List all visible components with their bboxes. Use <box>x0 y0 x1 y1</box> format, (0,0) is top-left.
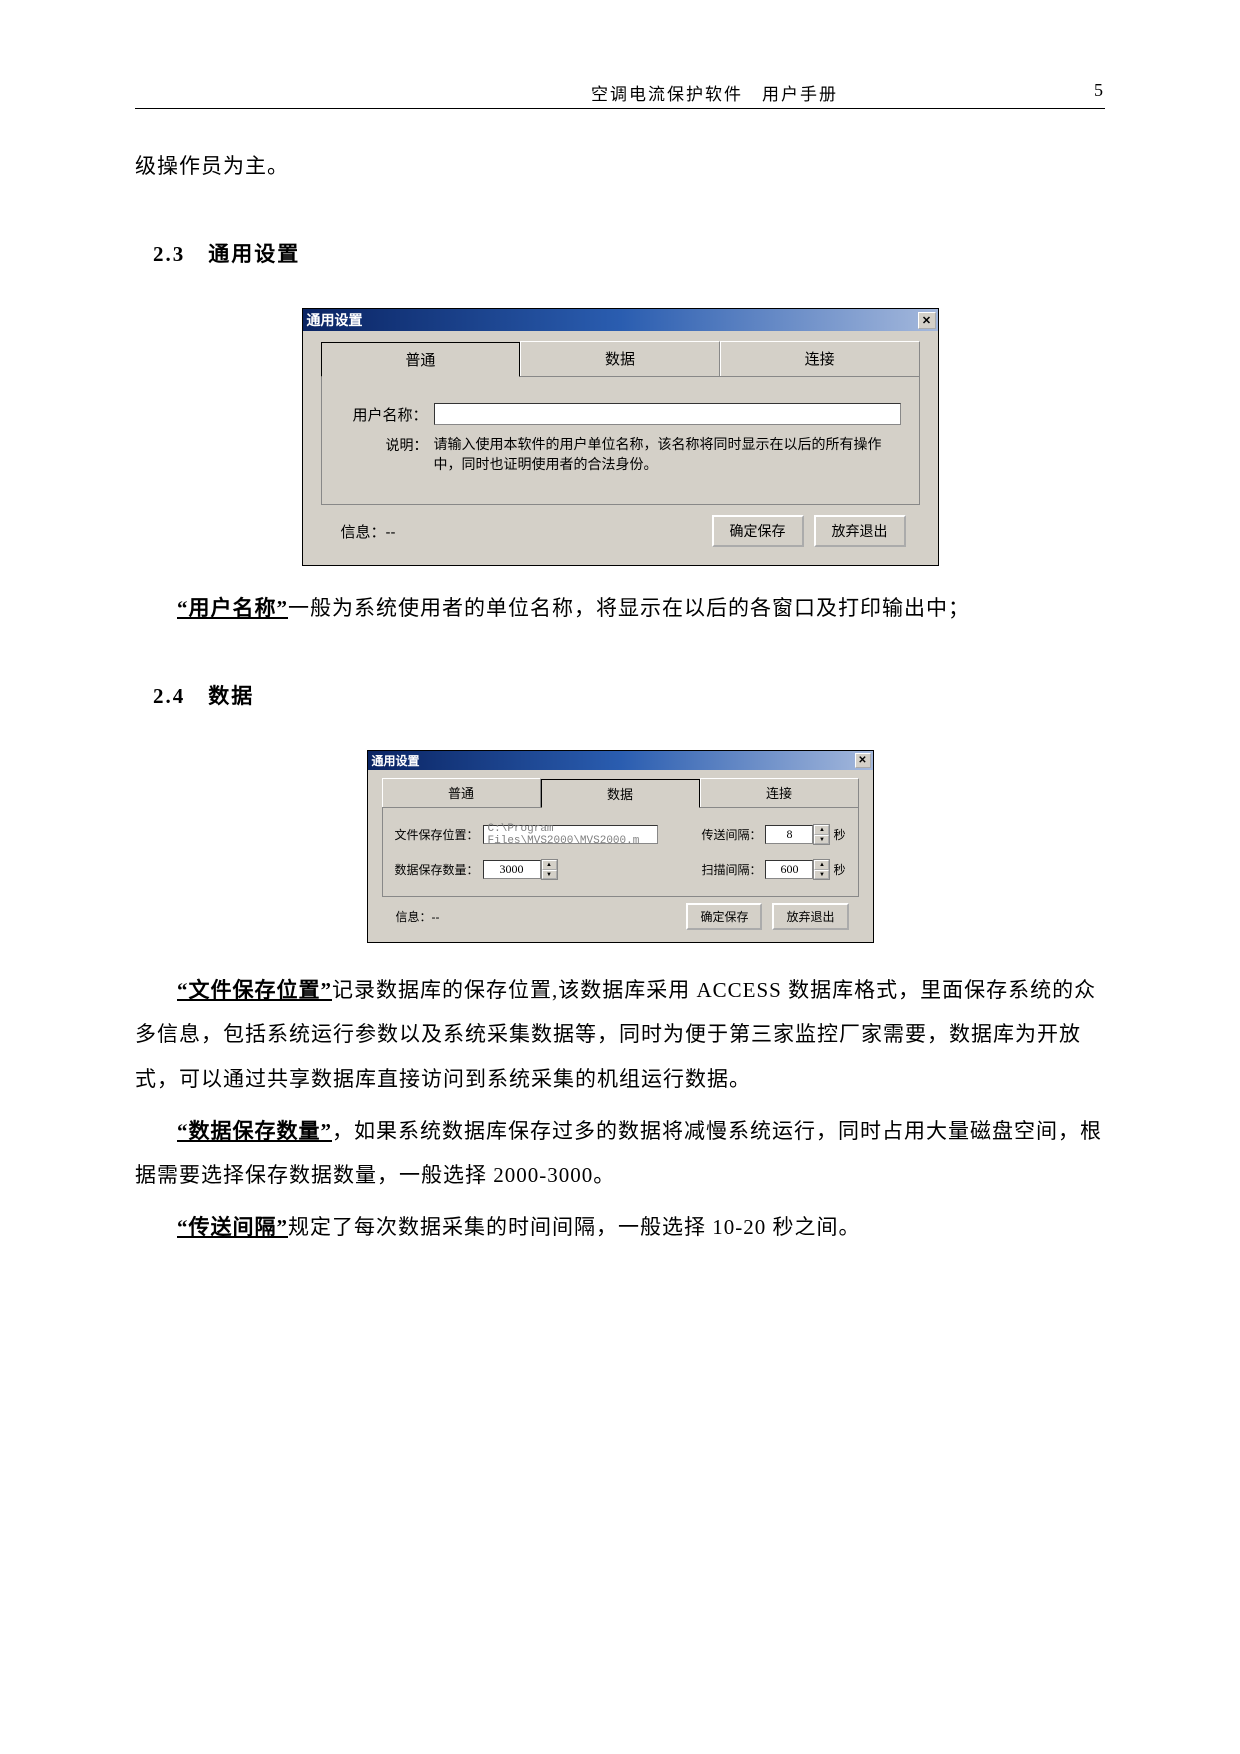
tab-connection[interactable]: 连接 <box>700 778 859 807</box>
general-settings-dialog-1: 通用设置 ✕ 普通 数据 连接 用户名称： 说明： 请输入使用本软件的用户单位名… <box>302 308 939 566</box>
ok-button[interactable]: 确定保存 <box>712 515 804 547</box>
tab-data[interactable]: 数据 <box>541 779 700 808</box>
chevron-up-icon[interactable]: ▲ <box>542 860 557 870</box>
tab-strip: 普通 数据 连接 <box>321 341 920 377</box>
para-filepath: “文件保存位置”记录数据库的保存位置,该数据库采用 ACCESS 数据库格式，里… <box>135 968 1105 1100</box>
tab-data[interactable]: 数据 <box>520 341 720 376</box>
header-title: 空调电流保护软件 用户手册 <box>135 80 1094 105</box>
chevron-down-icon[interactable]: ▼ <box>814 835 829 845</box>
filepath-label: 文件保存位置： <box>395 826 479 843</box>
scan-interval-label: 扫描间隔： <box>701 861 761 878</box>
ok-button[interactable]: 确定保存 <box>686 903 762 930</box>
tab-panel-general: 用户名称： 说明： 请输入使用本软件的用户单位名称，该名称将同时显示在以后的所有… <box>321 377 920 505</box>
send-interval-stepper[interactable]: ▲ ▼ <box>813 824 830 845</box>
username-label: 用户名称： <box>340 404 428 425</box>
send-interval-input[interactable]: 8 <box>765 825 813 844</box>
term-filepath: “文件保存位置” <box>177 978 332 1002</box>
tab-strip: 普通 数据 连接 <box>382 778 859 808</box>
close-icon[interactable]: ✕ <box>918 312 936 329</box>
count-stepper[interactable]: ▲ ▼ <box>541 859 558 880</box>
username-input[interactable] <box>434 403 901 425</box>
count-label: 数据保存数量： <box>395 861 479 878</box>
cancel-button[interactable]: 放弃退出 <box>772 903 848 930</box>
section-2-3-heading: 2.3 通用设置 <box>153 238 1105 268</box>
scan-interval-stepper[interactable]: ▲ ▼ <box>813 859 830 880</box>
info-label: 信息：-- <box>341 521 702 542</box>
tab-connection[interactable]: 连接 <box>720 341 920 376</box>
page-number: 5 <box>1094 80 1105 105</box>
para-send-interval: “传送间隔”规定了每次数据采集的时间间隔，一般选择 10-20 秒之间。 <box>135 1205 1105 1249</box>
cancel-button[interactable]: 放弃退出 <box>814 515 906 547</box>
unit-seconds: 秒 <box>833 861 845 878</box>
intro-text: 级操作员为主。 <box>135 144 1105 188</box>
filepath-input[interactable]: C:\Program Files\MVS2000\MVS2000.m <box>483 825 658 844</box>
tab-general[interactable]: 普通 <box>321 342 521 377</box>
tab-panel-data: 文件保存位置： C:\Program Files\MVS2000\MVS2000… <box>382 808 859 897</box>
general-settings-dialog-2: 通用设置 ✕ 普通 数据 连接 文件保存位置： C:\Program Files… <box>367 750 874 943</box>
close-icon[interactable]: ✕ <box>855 753 871 768</box>
page-header: 空调电流保护软件 用户手册 5 <box>135 80 1105 109</box>
tab-general[interactable]: 普通 <box>382 778 541 807</box>
chevron-up-icon[interactable]: ▲ <box>814 825 829 835</box>
chevron-up-icon[interactable]: ▲ <box>814 860 829 870</box>
term-count: “数据保存数量” <box>177 1119 332 1143</box>
chevron-down-icon[interactable]: ▼ <box>814 870 829 880</box>
description-label: 说明： <box>340 435 428 474</box>
count-input[interactable]: 3000 <box>483 860 541 879</box>
para-count: “数据保存数量”，如果系统数据库保存过多的数据将减慢系统运行，同时占用大量磁盘空… <box>135 1109 1105 1197</box>
info-label: 信息：-- <box>396 908 677 925</box>
titlebar[interactable]: 通用设置 ✕ <box>303 309 938 331</box>
term-username: “用户名称” <box>177 596 288 620</box>
para-username: “用户名称”一般为系统使用者的单位名称，将显示在以后的各窗口及打印输出中； <box>135 586 1105 630</box>
para-send-interval-text: 规定了每次数据采集的时间间隔，一般选择 10-20 秒之间。 <box>288 1215 861 1239</box>
chevron-down-icon[interactable]: ▼ <box>542 870 557 880</box>
scan-interval-input[interactable]: 600 <box>765 860 813 879</box>
dialog-title: 通用设置 <box>307 310 363 330</box>
unit-seconds: 秒 <box>833 826 845 843</box>
titlebar[interactable]: 通用设置 ✕ <box>368 751 873 770</box>
send-interval-label: 传送间隔： <box>701 826 761 843</box>
term-send-interval: “传送间隔” <box>177 1215 288 1239</box>
description-text: 请输入使用本软件的用户单位名称，该名称将同时显示在以后的所有操作中，同时也证明使… <box>434 435 901 474</box>
para-username-text: 一般为系统使用者的单位名称，将显示在以后的各窗口及打印输出中； <box>288 596 970 620</box>
dialog-title: 通用设置 <box>372 752 420 769</box>
section-2-4-heading: 2.4 数据 <box>153 680 1105 710</box>
